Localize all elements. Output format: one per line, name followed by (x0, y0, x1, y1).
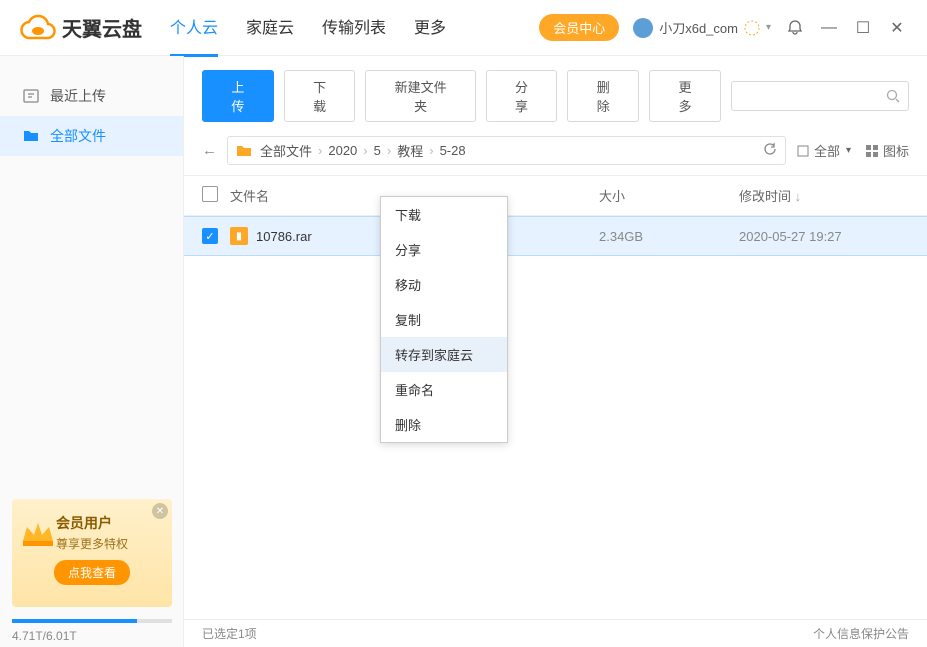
logo: 天翼云盘 (20, 13, 142, 42)
bell-icon[interactable] (785, 18, 805, 38)
status-privacy-link[interactable]: 个人信息保护公告 (813, 625, 909, 642)
crumb[interactable]: 5 (374, 143, 381, 158)
column-size[interactable]: 大小 (599, 186, 739, 205)
header: 天翼云盘 个人云 家庭云 传输列表 更多 会员中心 小刀x6d_com ▾ — … (0, 0, 927, 56)
download-button[interactable]: 下载 (284, 70, 356, 122)
vip-badge[interactable]: 会员中心 (539, 14, 619, 41)
menu-delete[interactable]: 删除 (381, 407, 507, 442)
clock-icon (22, 87, 40, 105)
promo-title: 会员用户 (56, 513, 162, 533)
file-name: 10786.rar (256, 229, 312, 244)
toolbar: 上传 下载 新建文件夹 分享 删除 更多 (184, 56, 927, 132)
menu-move[interactable]: 移动 (381, 267, 507, 302)
promo-subtitle: 尊享更多特权 (56, 535, 162, 552)
sidebar-item-label: 全部文件 (50, 126, 106, 146)
share-button[interactable]: 分享 (486, 70, 558, 122)
column-date[interactable]: 修改时间 ↓ (739, 186, 909, 205)
menu-save-family[interactable]: 转存到家庭云 (381, 337, 507, 372)
table-header: 文件名 大小 修改时间 ↓ (184, 176, 927, 216)
storage-text: 4.71T/6.01T (12, 629, 77, 643)
sidebar-item-label: 最近上传 (50, 86, 106, 106)
grid-icon (865, 144, 879, 158)
newfolder-button[interactable]: 新建文件夹 (365, 70, 475, 122)
file-size: 2.34GB (599, 229, 739, 244)
folder-icon (236, 143, 252, 159)
crumb[interactable]: 教程 (397, 141, 423, 160)
upload-button[interactable]: 上传 (202, 70, 274, 122)
close-icon[interactable]: ✕ (887, 18, 907, 38)
chevron-down-icon: ▾ (766, 22, 771, 33)
crumb[interactable]: 5-28 (440, 143, 466, 158)
pathbar: ← 全部文件› 2020› 5› 教程› 5-28 全部▾ 图标 (184, 132, 927, 176)
crumb[interactable]: 全部文件 (260, 141, 312, 160)
user-info[interactable]: 小刀x6d_com ▾ (633, 18, 771, 38)
vip-small-icon (744, 20, 760, 36)
nav-tab-personal[interactable]: 个人云 (170, 0, 218, 57)
nav-tabs: 个人云 家庭云 传输列表 更多 (170, 0, 539, 57)
delete-button[interactable]: 删除 (567, 70, 639, 122)
crumb[interactable]: 2020 (328, 143, 357, 158)
nav-tab-family[interactable]: 家庭云 (246, 0, 294, 57)
header-right: 会员中心 小刀x6d_com ▾ — ☐ ✕ (539, 14, 907, 41)
main: 上传 下载 新建文件夹 分享 删除 更多 ← 全部文件› 2020› 5› 教程… (184, 56, 927, 647)
storage-bar (12, 619, 172, 623)
breadcrumb: 全部文件› 2020› 5› 教程› 5-28 (227, 136, 786, 165)
menu-download[interactable]: 下载 (381, 197, 507, 232)
user-name: 小刀x6d_com (659, 18, 738, 37)
select-all-checkbox[interactable] (202, 186, 218, 202)
minimize-icon[interactable]: — (819, 18, 839, 38)
folder-icon (22, 127, 40, 145)
crown-icon (18, 513, 58, 553)
nav-tab-transfer[interactable]: 传输列表 (322, 0, 386, 57)
file-date: 2020-05-27 19:27 (739, 229, 909, 244)
path-actions: 全部▾ 图标 (796, 141, 909, 160)
view-filter[interactable]: 全部▾ (796, 141, 851, 160)
promo-button[interactable]: 点我查看 (54, 560, 130, 585)
sidebar: 最近上传 全部文件 ✕ 会员用户 尊享更多特权 点我查看 4.71T/6.01T (0, 56, 184, 647)
filter-icon (796, 144, 810, 158)
search-icon (886, 89, 900, 103)
view-mode[interactable]: 图标 (865, 141, 909, 160)
maximize-icon[interactable]: ☐ (853, 18, 873, 38)
more-button[interactable]: 更多 (649, 70, 721, 122)
sort-down-icon: ↓ (795, 189, 802, 204)
menu-rename[interactable]: 重命名 (381, 372, 507, 407)
menu-copy[interactable]: 复制 (381, 302, 507, 337)
cloud-logo-icon (20, 14, 56, 42)
app-name: 天翼云盘 (62, 13, 142, 42)
context-menu: 下载 分享 移动 复制 转存到家庭云 重命名 删除 (380, 196, 508, 443)
statusbar: 已选定1项 个人信息保护公告 (184, 619, 927, 647)
table-row[interactable]: ✓ ▮ 10786.rar 2.34GB 2020-05-27 19:27 (184, 216, 927, 256)
avatar-icon (633, 18, 653, 38)
nav-tab-more[interactable]: 更多 (414, 0, 446, 57)
menu-share[interactable]: 分享 (381, 232, 507, 267)
promo-close-icon[interactable]: ✕ (152, 503, 168, 519)
back-icon[interactable]: ← (202, 142, 217, 159)
archive-icon: ▮ (230, 227, 248, 245)
sidebar-item-recent[interactable]: 最近上传 (0, 76, 183, 116)
row-checkbox[interactable]: ✓ (202, 228, 218, 244)
search-input[interactable] (731, 81, 909, 111)
promo-card: ✕ 会员用户 尊享更多特权 点我查看 (12, 499, 172, 607)
refresh-icon[interactable] (763, 142, 777, 159)
status-selection: 已选定1项 (202, 625, 257, 642)
sidebar-item-allfiles[interactable]: 全部文件 (0, 116, 183, 156)
